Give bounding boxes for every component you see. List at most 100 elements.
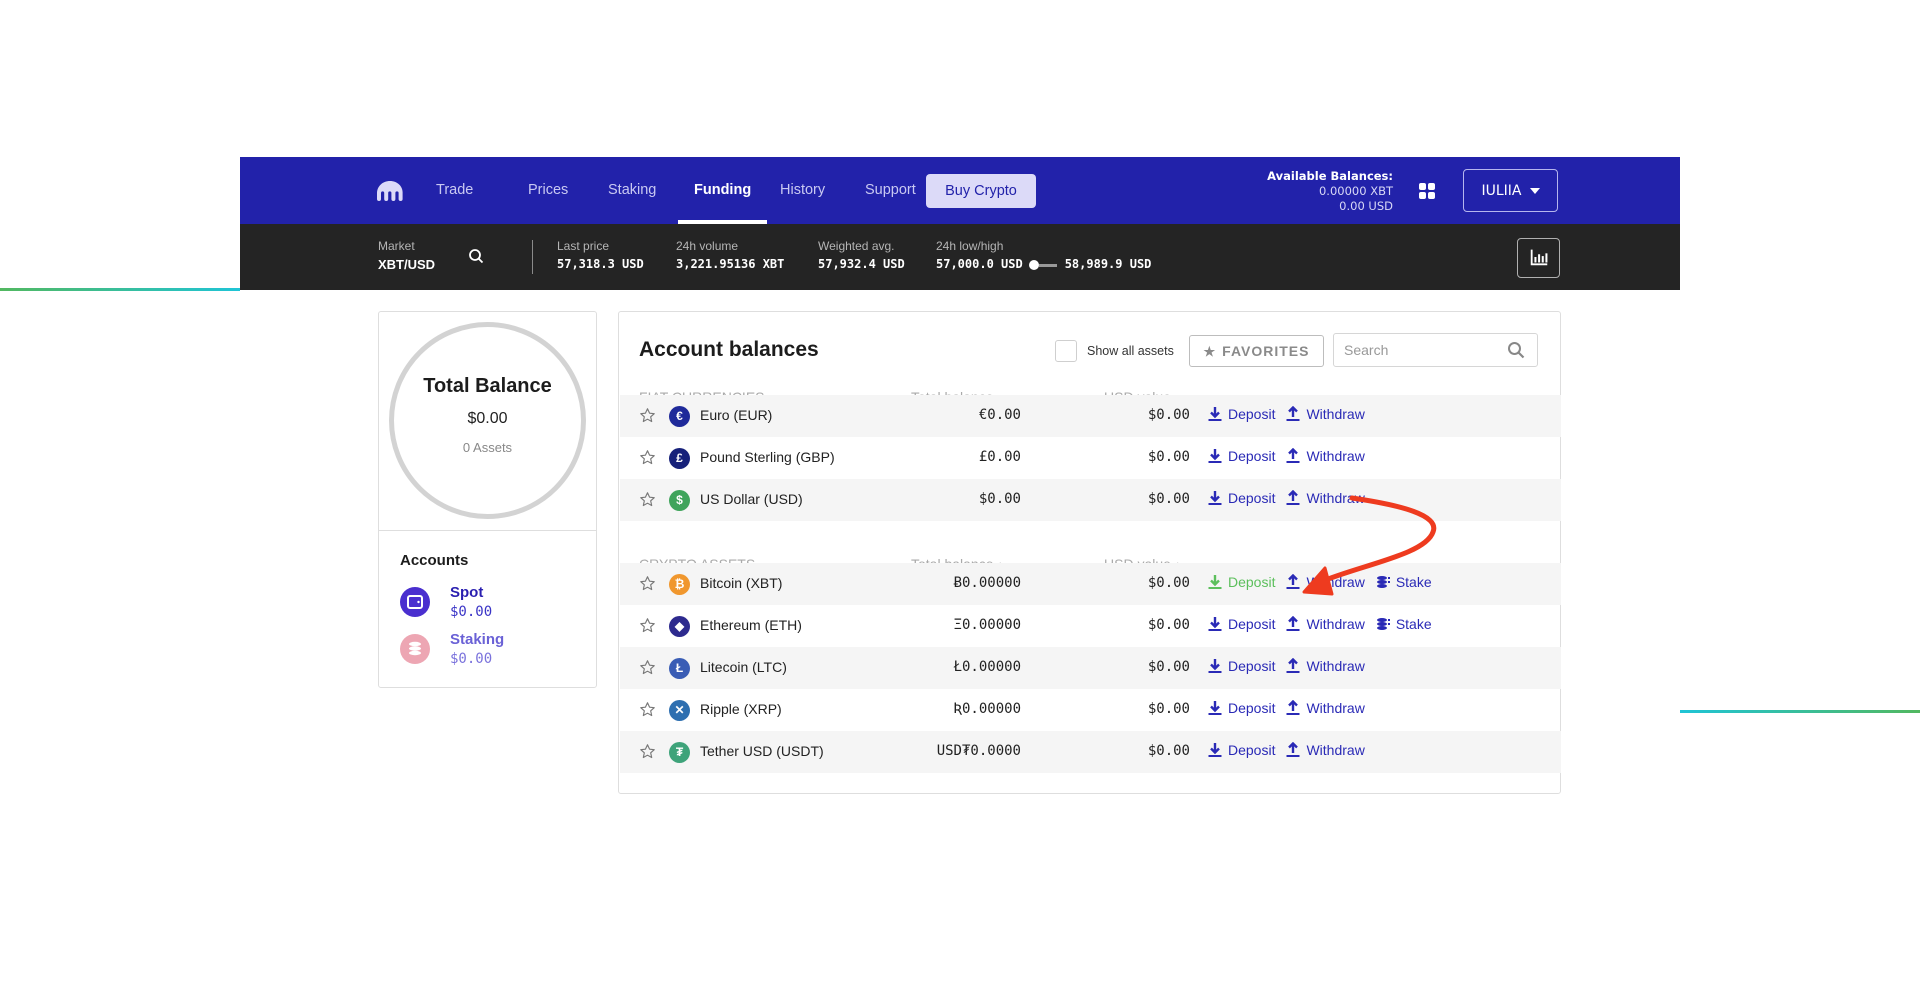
favorite-star-icon[interactable] xyxy=(639,407,656,424)
withdraw-link[interactable]: Withdraw xyxy=(1285,742,1365,758)
stake-link[interactable]: Stake xyxy=(1375,616,1432,632)
apps-grid-icon[interactable] xyxy=(1419,183,1435,199)
deposit-label: Deposit xyxy=(1228,616,1276,632)
deposit-link[interactable]: Deposit xyxy=(1207,700,1275,716)
asset-name: Litecoin (LTC) xyxy=(700,659,787,675)
weighted-average: Weighted avg. 57,932.4 USD xyxy=(818,239,905,271)
deposit-label: Deposit xyxy=(1228,700,1276,716)
asset-total-balance: Ξ0.00000 xyxy=(953,617,1021,633)
upload-icon xyxy=(1286,742,1300,757)
stake-label: Stake xyxy=(1395,574,1432,590)
search-input[interactable] xyxy=(1344,340,1494,360)
asset-total-balance: Ʀ0.00000 xyxy=(953,701,1021,717)
upload-icon xyxy=(1286,574,1300,589)
weighted-average-value: 57,932.4 USD xyxy=(818,257,905,271)
favorite-star-icon[interactable] xyxy=(639,491,656,508)
withdraw-link[interactable]: Withdraw xyxy=(1285,406,1365,422)
asset-name: Ethereum (ETH) xyxy=(700,617,802,633)
nav-item-support[interactable]: Support xyxy=(865,157,916,224)
nav-item-staking[interactable]: Staking xyxy=(608,157,656,224)
download-icon xyxy=(1208,491,1222,505)
buy-crypto-button[interactable]: Buy Crypto xyxy=(926,174,1036,208)
deposit-link[interactable]: Deposit xyxy=(1207,658,1275,674)
volume-24h: 24h volume 3,221.95136 XBT xyxy=(676,239,784,271)
asset-count: 0 Assets xyxy=(462,440,513,455)
caret-down-icon xyxy=(1529,187,1540,194)
nav-item-prices[interactable]: Prices xyxy=(528,157,568,224)
deposit-link[interactable]: Deposit xyxy=(1207,616,1275,632)
favorite-star-icon[interactable] xyxy=(639,743,656,760)
favorite-star-icon[interactable] xyxy=(639,617,656,634)
coins-stack-icon xyxy=(1376,618,1390,630)
show-all-assets-checkbox[interactable] xyxy=(1055,340,1077,362)
low-high-range-indicator xyxy=(1028,259,1059,270)
asset-actions: Deposit Withdraw xyxy=(1207,658,1365,674)
stake-link[interactable]: Stake xyxy=(1375,574,1432,590)
withdraw-link[interactable]: Withdraw xyxy=(1285,448,1365,464)
deposit-link[interactable]: Deposit xyxy=(1207,448,1275,464)
deposit-link[interactable]: Deposit xyxy=(1207,742,1275,758)
account-name: Staking xyxy=(450,631,505,648)
withdraw-label: Withdraw xyxy=(1306,616,1365,632)
asset-row: ✕ Ripple (XRP) Ʀ0.00000 $0.00 Deposit Wi… xyxy=(620,689,1561,731)
withdraw-label: Withdraw xyxy=(1306,742,1365,758)
show-all-assets-label: Show all assets xyxy=(1087,344,1174,358)
nav-item-trade[interactable]: Trade xyxy=(436,157,473,224)
deposit-link[interactable]: Deposit xyxy=(1207,574,1275,590)
asset-name: Pound Sterling (GBP) xyxy=(700,449,835,465)
asset-row: Ł Litecoin (LTC) Ł0.00000 $0.00 Deposit … xyxy=(620,647,1561,689)
market-search-icon[interactable] xyxy=(468,248,484,264)
favorites-button[interactable]: ★ FAVORITES xyxy=(1189,335,1324,367)
bar-chart-icon xyxy=(1530,249,1547,265)
kraken-logo-icon[interactable] xyxy=(376,181,404,201)
user-menu-button[interactable]: IULIIA xyxy=(1463,169,1558,212)
currency-icon: $ xyxy=(669,490,690,511)
favorite-star-icon[interactable] xyxy=(639,575,656,592)
withdraw-link[interactable]: Withdraw xyxy=(1285,616,1365,632)
asset-actions: Deposit Withdraw xyxy=(1207,406,1365,422)
download-icon xyxy=(1208,449,1222,463)
currency-icon: € xyxy=(669,406,690,427)
low-high-24h: 24h low/high 57,000.0 USD 58,989.9 USD xyxy=(936,239,1151,271)
download-icon xyxy=(1208,407,1222,421)
chart-toggle-button[interactable] xyxy=(1517,238,1560,278)
show-all-assets-toggle[interactable]: Show all assets xyxy=(1055,340,1174,362)
withdraw-link[interactable]: Withdraw xyxy=(1285,700,1365,716)
withdraw-link[interactable]: Withdraw xyxy=(1285,658,1365,674)
withdraw-label: Withdraw xyxy=(1306,448,1365,464)
search-field[interactable] xyxy=(1333,333,1538,367)
upload-icon xyxy=(1286,406,1300,421)
favorites-label: FAVORITES xyxy=(1222,342,1310,359)
accounts-title: Accounts xyxy=(400,552,469,569)
nav-item-history[interactable]: History xyxy=(780,157,825,224)
search-icon[interactable] xyxy=(1507,341,1525,359)
deposit-link[interactable]: Deposit xyxy=(1207,490,1275,506)
market-selector[interactable]: Market XBT/USD xyxy=(378,239,435,272)
favorite-star-icon[interactable] xyxy=(639,449,656,466)
total-balance-ring: Total Balance $0.00 0 Assets xyxy=(389,322,586,519)
panel-divider xyxy=(379,530,596,531)
withdraw-link[interactable]: Withdraw xyxy=(1285,490,1365,506)
favorite-star-icon[interactable] xyxy=(639,701,656,718)
asset-name: US Dollar (USD) xyxy=(700,491,803,507)
deposit-link[interactable]: Deposit xyxy=(1207,406,1275,422)
nav-item-funding[interactable]: Funding xyxy=(677,157,768,224)
market-label: Market xyxy=(378,239,415,253)
decorative-gradient-line-left xyxy=(0,288,240,291)
upload-icon xyxy=(1286,616,1300,631)
coins-stack-icon xyxy=(400,634,430,664)
currency-icon: ₮ xyxy=(669,742,690,763)
upload-icon xyxy=(1286,700,1300,715)
withdraw-link[interactable]: Withdraw xyxy=(1285,574,1365,590)
available-balances-title: Available Balances: xyxy=(1267,169,1393,183)
account-balances-title: Account balances xyxy=(639,338,819,361)
favorite-star-icon[interactable] xyxy=(639,659,656,676)
available-balances: Available Balances: 0.00000 XBT 0.00 USD xyxy=(1267,169,1393,214)
asset-name: Tether USD (USDT) xyxy=(700,743,824,759)
deposit-label: Deposit xyxy=(1228,448,1276,464)
total-balance-amount: $0.00 xyxy=(467,410,508,427)
asset-row: ◆ Ethereum (ETH) Ξ0.00000 $0.00 Deposit … xyxy=(620,605,1561,647)
available-balance-xbt: 0.00000 XBT xyxy=(1318,184,1393,198)
low-value: 57,000.0 USD xyxy=(936,257,1023,271)
market-divider xyxy=(532,240,533,274)
